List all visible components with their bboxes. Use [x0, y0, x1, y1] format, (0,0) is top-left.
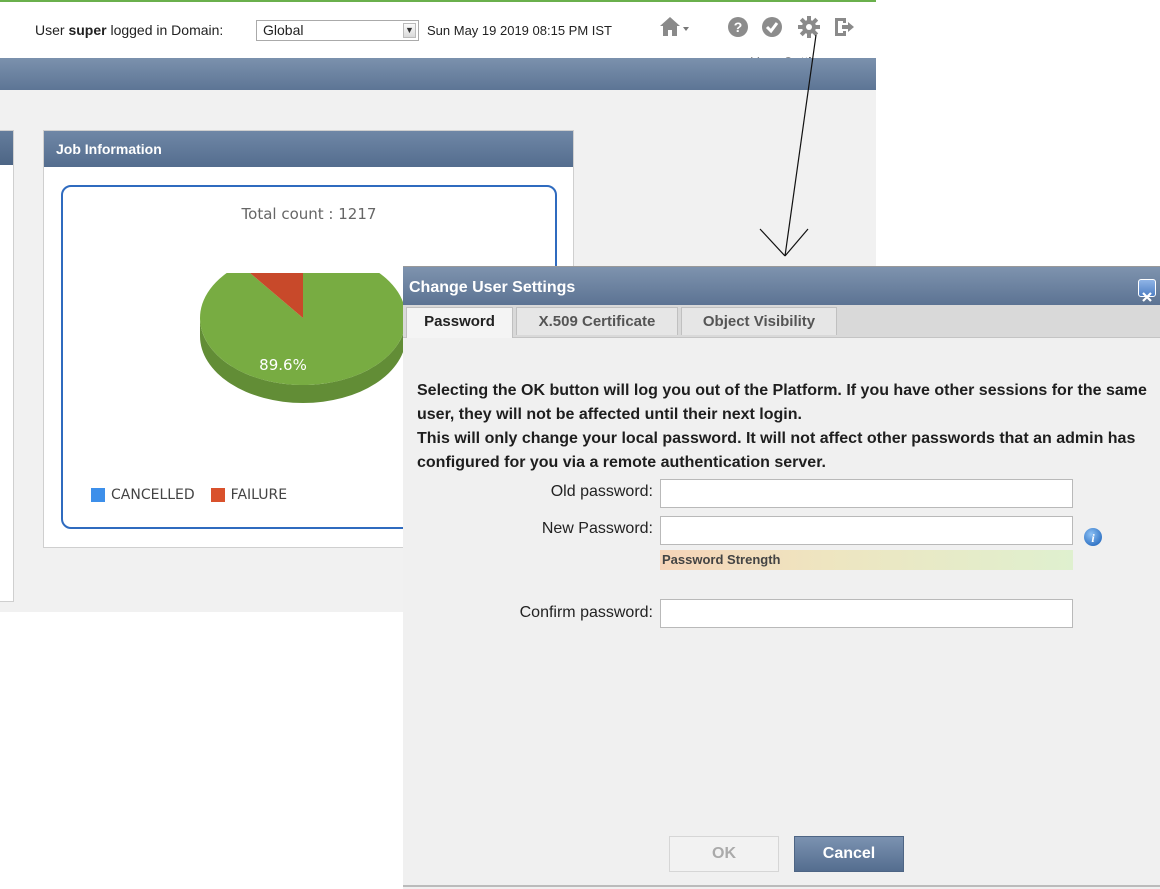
old-password-label: Old password:: [550, 483, 653, 500]
info-icon[interactable]: i: [1083, 527, 1103, 547]
tab-x509-certificate[interactable]: X.509 Certificate: [516, 307, 678, 335]
dialog-bottom-border: [403, 885, 1160, 887]
ok-button[interactable]: OK: [669, 836, 779, 872]
nav-band: [0, 58, 876, 90]
cancel-button[interactable]: Cancel: [794, 836, 904, 872]
close-button[interactable]: [1138, 279, 1156, 302]
chevron-down-icon[interactable]: ▼: [403, 23, 416, 38]
home-icon[interactable]: [659, 16, 689, 38]
tab-password[interactable]: Password: [406, 307, 513, 338]
warning-line-1: Selecting the OK button will log you out…: [417, 382, 1147, 423]
user-suffix: logged in Domain:: [106, 22, 224, 38]
new-password-label: New Password:: [541, 520, 653, 537]
warning-line-2: This will only change your local passwor…: [417, 430, 1136, 471]
job-panel-title: Job Information: [44, 131, 573, 167]
dialog-tabs: Password X.509 Certificate Object Visibi…: [403, 305, 1160, 338]
change-user-settings-dialog: Change User Settings Password X.509 Cert…: [403, 266, 1160, 889]
legend-label-failure: FAILURE: [230, 487, 288, 503]
confirm-password-label: Confirm password:: [519, 604, 653, 621]
domain-select[interactable]: Global ▼: [256, 20, 419, 41]
password-strength-meter: Password Strength: [660, 550, 1073, 570]
pie-data-label: 89.6%: [259, 356, 307, 374]
confirm-password-field[interactable]: [660, 599, 1073, 628]
svg-text:?: ?: [734, 19, 743, 35]
legend-swatch-failure: [210, 488, 225, 502]
legend-item-failure[interactable]: FAILURE: [210, 487, 288, 503]
user-prefix: User: [35, 22, 69, 38]
top-bar: User super logged in Domain: Global ▼ Su…: [0, 4, 876, 56]
legend-label-cancelled: CANCELLED: [111, 487, 195, 503]
username: super: [68, 22, 107, 38]
login-status: User super logged in Domain:: [35, 22, 223, 38]
dialog-title: Change User Settings: [409, 279, 576, 296]
chart-legend: CANCELLED FAILURE: [91, 487, 303, 503]
legend-item-cancelled[interactable]: CANCELLED: [91, 487, 195, 503]
new-password-field[interactable]: [660, 516, 1073, 545]
chart-title: Total count : 1217: [241, 205, 377, 223]
domain-value: Global: [263, 22, 304, 38]
logout-warning-message: Selecting the OK button will log you out…: [417, 379, 1152, 475]
tab-object-visibility[interactable]: Object Visibility: [681, 307, 837, 335]
left-panel-header: [0, 131, 13, 165]
dialog-title-bar: Change User Settings: [403, 267, 1160, 305]
close-icon: [1142, 292, 1152, 302]
legend-swatch-cancelled: [91, 488, 105, 502]
gear-icon[interactable]: [798, 16, 820, 38]
help-icon[interactable]: ?: [727, 16, 749, 38]
logout-icon[interactable]: [833, 16, 855, 38]
left-panel-stub: [0, 130, 14, 602]
check-icon[interactable]: [761, 16, 783, 38]
old-password-field[interactable]: [660, 479, 1073, 508]
datetime: Sun May 19 2019 08:15 PM IST: [427, 23, 612, 38]
